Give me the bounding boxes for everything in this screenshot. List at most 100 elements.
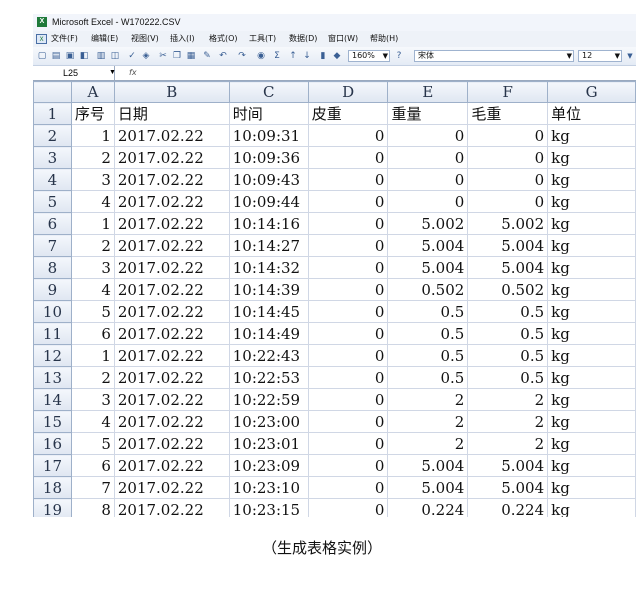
column-header-f[interactable]: F [467,81,549,103]
cell[interactable]: 0.5 [467,366,549,389]
cell[interactable]: 2 [70,234,115,257]
menu-data[interactable]: 数据(D) [289,31,317,47]
open-icon[interactable]: ▤ [50,50,62,62]
cell[interactable]: 10:14:32 [228,256,309,279]
row-header[interactable]: 3 [33,146,72,169]
header-cell[interactable]: 重量 [387,102,469,125]
menu-format[interactable]: 格式(O) [209,31,238,47]
row-header[interactable]: 9 [33,278,72,301]
cell[interactable]: 10:14:49 [228,322,309,345]
header-cell[interactable]: 时间 [228,102,309,125]
cell[interactable]: 0 [307,410,389,433]
cell[interactable]: 0.5 [467,322,549,345]
cell[interactable]: 5.004 [467,256,549,279]
cell[interactable]: 0 [307,388,389,411]
copy-icon[interactable]: ❐ [171,50,183,62]
hyperlink-icon[interactable]: ◉ [255,50,267,62]
undo-icon[interactable]: ↶ [217,50,229,62]
cell[interactable]: 10:09:44 [228,190,309,213]
cell[interactable]: 8 [70,498,115,517]
row-header[interactable]: 17 [33,454,72,477]
cell[interactable]: 10:09:36 [228,146,309,169]
cell[interactable]: 1 [70,344,115,367]
cell[interactable]: kg [547,432,636,455]
cell[interactable]: 5.004 [387,256,469,279]
cell[interactable]: 0 [467,190,549,213]
cell[interactable]: 2017.02.22 [113,234,230,257]
cell[interactable]: 2017.02.22 [113,256,230,279]
column-header-b[interactable]: B [113,81,230,103]
cell[interactable]: kg [547,366,636,389]
cell[interactable]: 0 [307,212,389,235]
cell[interactable]: 0.224 [387,498,469,517]
cell[interactable]: 0 [307,432,389,455]
font-select[interactable]: 宋体 ▼ [414,50,574,62]
cell[interactable]: 6 [70,322,115,345]
cell[interactable]: 0 [307,168,389,191]
cell[interactable]: kg [547,124,636,147]
cell[interactable]: 10:23:01 [228,432,309,455]
menu-window[interactable]: 窗口(W) [328,31,358,47]
column-header-e[interactable]: E [387,81,469,103]
paste-icon[interactable]: ▦ [185,50,197,62]
cell[interactable]: kg [547,388,636,411]
cell[interactable]: 10:23:09 [228,454,309,477]
drawing-icon[interactable]: ◆ [331,50,343,62]
header-cell[interactable]: 单位 [547,102,636,125]
cell[interactable]: 0.502 [387,278,469,301]
cell[interactable]: 0 [307,300,389,323]
cell[interactable]: 0 [307,476,389,499]
row-header[interactable]: 2 [33,124,72,147]
cell[interactable]: kg [547,300,636,323]
cell[interactable]: 0 [467,168,549,191]
cell[interactable]: 0 [467,146,549,169]
column-header-d[interactable]: D [307,81,389,103]
row-header[interactable]: 12 [33,344,72,367]
cell[interactable]: 0 [307,190,389,213]
cell[interactable]: 5 [70,300,115,323]
cell[interactable]: 0 [307,124,389,147]
cell[interactable]: 2017.02.22 [113,168,230,191]
cell[interactable]: 5.004 [467,476,549,499]
cell[interactable]: 1 [70,212,115,235]
column-header-a[interactable]: A [70,81,115,103]
cell[interactable]: 10:14:39 [228,278,309,301]
menu-tools[interactable]: 工具(T) [249,31,276,47]
cell[interactable]: 2017.02.22 [113,432,230,455]
cell[interactable]: 2017.02.22 [113,454,230,477]
menu-insert[interactable]: 插入(I) [170,31,195,47]
excel-app-icon[interactable]: X [37,17,47,27]
cell[interactable]: kg [547,234,636,257]
cell[interactable]: 0 [387,190,469,213]
zoom-select[interactable]: 160% ▼ [348,50,390,62]
cell[interactable]: 5 [70,432,115,455]
menu-edit[interactable]: 编辑(E) [91,31,118,47]
cell[interactable]: 2 [387,432,469,455]
cell[interactable]: 10:22:53 [228,366,309,389]
row-header[interactable]: 8 [33,256,72,279]
fx-icon[interactable]: fx [129,66,137,80]
cell[interactable]: 2017.02.22 [113,476,230,499]
cell[interactable]: 5.004 [387,234,469,257]
cell[interactable]: 10:23:10 [228,476,309,499]
cell[interactable]: 2 [387,388,469,411]
help-icon[interactable]: ? [393,50,405,62]
cell[interactable]: 5.004 [387,454,469,477]
row-header[interactable]: 7 [33,234,72,257]
cell[interactable]: 0.502 [467,278,549,301]
cell[interactable]: kg [547,168,636,191]
cell[interactable]: 0 [307,146,389,169]
cell[interactable]: 0.5 [387,344,469,367]
cell[interactable]: 5.004 [467,454,549,477]
cell[interactable]: 2017.02.22 [113,146,230,169]
workbook-icon[interactable]: X [36,34,47,44]
cell[interactable]: 10:22:43 [228,344,309,367]
cell[interactable]: 2 [70,146,115,169]
cell[interactable]: 2017.02.22 [113,212,230,235]
cut-icon[interactable]: ✂ [157,50,169,62]
spelling-icon[interactable]: ✓ [126,50,138,62]
cell[interactable]: 0.5 [387,300,469,323]
print-icon[interactable]: ▥ [95,50,107,62]
cell[interactable]: 2017.02.22 [113,300,230,323]
cell[interactable]: 4 [70,410,115,433]
